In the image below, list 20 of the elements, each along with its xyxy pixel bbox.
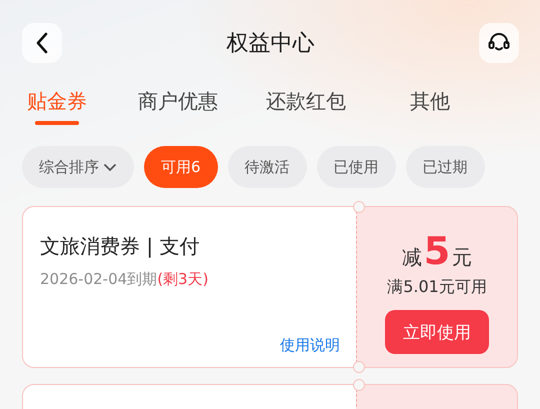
back-icon bbox=[35, 32, 49, 54]
use-now-button[interactable]: 立即使用 bbox=[385, 310, 489, 354]
filter-chip[interactable]: 可用6 bbox=[144, 146, 218, 188]
category-tab[interactable]: 其他 bbox=[370, 88, 490, 132]
filter-chip[interactable]: 待激活 bbox=[228, 146, 307, 188]
sort-dropdown[interactable]: 综合排序 bbox=[22, 146, 134, 188]
category-tab[interactable]: 商户优惠 bbox=[114, 88, 242, 132]
customer-service-button[interactable] bbox=[479, 23, 519, 63]
filter-chip[interactable]: 已过期 bbox=[406, 146, 485, 188]
page-title: 权益中心 bbox=[226, 30, 314, 58]
coupon-notch bbox=[353, 379, 365, 391]
discount-amount: 减 5 元 bbox=[402, 229, 472, 273]
filter-chip[interactable]: 已使用 bbox=[316, 146, 396, 188]
coupon-title: 文旅消费券 | 支付 bbox=[40, 233, 200, 260]
expiry-text: 2026-02-04到期(剩3天) bbox=[40, 270, 210, 289]
usage-instructions-link[interactable]: 使用说明 bbox=[280, 336, 340, 355]
usage-condition: 满5.01元可用 bbox=[387, 277, 487, 298]
chevron-down-icon bbox=[103, 162, 117, 172]
back-button[interactable] bbox=[22, 23, 62, 63]
category-tab[interactable]: 还款红包 bbox=[242, 88, 370, 132]
